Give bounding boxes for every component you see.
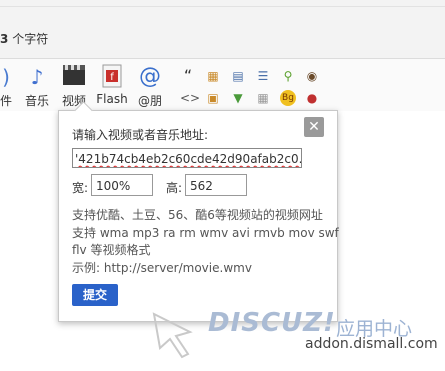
toolbar-attachment-button[interactable]: ) 件 — [0, 64, 14, 109]
qq-icon[interactable]: ● — [304, 90, 320, 106]
toolbar-music-button[interactable]: ♪ 音乐 — [24, 64, 50, 109]
width-label: 宽: — [72, 181, 89, 195]
video-icon — [60, 64, 88, 90]
toolbar-flash-button[interactable]: f Flash — [96, 64, 128, 106]
close-icon: ✕ — [308, 119, 320, 135]
svg-text:f: f — [110, 72, 114, 83]
cursor-watermark-icon — [152, 312, 193, 359]
toolbar-at-label: @朋 — [137, 94, 162, 108]
toolbar-at-button[interactable]: @ @朋 — [136, 64, 164, 109]
height-label: 高: — [166, 181, 183, 195]
height-input[interactable]: 562 — [185, 174, 247, 196]
at-icon: @ — [139, 64, 161, 89]
media-url-prompt: 请输入视频或者音乐地址: — [72, 128, 209, 142]
dialog-close-button[interactable]: ✕ — [304, 117, 324, 137]
watermark-address: addon.dismall.com — [305, 336, 438, 352]
char-counter: 3 个字符 — [0, 30, 48, 47]
char-count-value: 3 — [0, 32, 9, 46]
attachment-icon: ) — [2, 65, 10, 89]
watermark-logo: DISCUZ! — [208, 308, 336, 338]
list-icon[interactable]: ☰ — [255, 68, 271, 84]
music-icon: ♪ — [30, 65, 44, 89]
media-icon[interactable]: ◉ — [304, 68, 320, 84]
toolbar-attachment-label: 件 — [0, 94, 12, 108]
download-icon[interactable]: ▼ — [230, 90, 246, 106]
width-input[interactable]: 100% — [91, 174, 153, 196]
background-icon[interactable]: Bg — [280, 90, 296, 106]
support-tip-line: 支持 wma mp3 ra rm wmv avi rmvb mov swf — [72, 226, 339, 240]
submit-button[interactable]: 提交 — [72, 284, 118, 306]
support-tip-line: flv 等视频格式 — [72, 243, 151, 257]
watermark: DISCUZ! 应用中心 addon.dismall.com — [150, 300, 445, 371]
support-tip-line: 支持优酷、土豆、56、酷6等视频站的视频网址 — [72, 208, 323, 222]
toolbar-flash-label: Flash — [96, 92, 128, 106]
key-icon[interactable]: ⚲ — [280, 68, 296, 84]
flash-icon: f — [96, 64, 128, 90]
code-icon[interactable]: <> — [180, 90, 200, 106]
page-icon[interactable]: ▤ — [230, 68, 246, 84]
table-icon[interactable]: ▦ — [255, 90, 271, 106]
char-count-suffix: 个字符 — [12, 32, 49, 46]
top-divider — [0, 6, 445, 7]
quote-icon[interactable]: “ — [180, 68, 196, 84]
editor-top-area — [0, 0, 445, 59]
hide-icon[interactable]: ▣ — [205, 90, 221, 106]
example-tip-line: 示例: http://server/movie.wmv — [72, 261, 252, 275]
lock-icon[interactable]: ▦ — [205, 68, 221, 84]
toolbar-music-label: 音乐 — [24, 94, 49, 108]
media-url-input[interactable]: '421b74cb4eb2c60cde42d90afab2c0.mp4 — [72, 148, 302, 168]
